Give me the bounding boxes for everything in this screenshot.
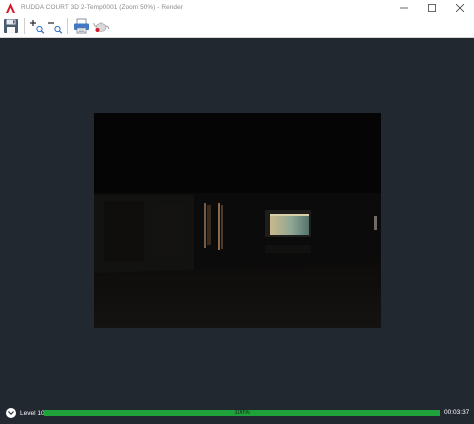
chevron-down-icon [8,411,14,415]
toolbar-separator [24,18,25,34]
render-options-button[interactable] [91,16,111,36]
toolbar-separator [67,18,68,34]
render-image [94,113,381,328]
level-dropdown-button[interactable] [6,408,16,418]
maximize-button[interactable] [418,0,446,15]
zoom-in-icon [30,20,45,34]
save-button[interactable] [1,16,21,36]
close-icon [456,3,464,12]
render-progress-bar: 100% [44,410,440,416]
progress-percent: 100% [234,410,250,416]
status-bar: Level 10 100% 00:03:37 [0,404,474,422]
minimize-button[interactable] [390,0,418,15]
elapsed-time: 00:03:37 [444,409,470,416]
teapot-icon [92,22,109,32]
minimize-icon [400,7,408,8]
save-icon [4,19,18,33]
zoom-in-button[interactable] [28,16,46,36]
rendered-room-scene [94,113,381,328]
printer-icon [73,18,89,34]
window-title: RUDDA COURT 3D 2-Temp0001 (Zoom 50%) - R… [21,4,183,11]
render-toolbar [0,15,474,38]
zoom-out-icon [48,22,63,34]
zoom-out-button[interactable] [46,16,64,36]
title-bar: RUDDA COURT 3D 2-Temp0001 (Zoom 50%) - R… [0,0,474,15]
maximize-icon [428,3,436,12]
close-button[interactable] [446,0,474,15]
render-level-label: Level 10 [20,409,45,417]
window-controls [390,0,474,15]
autocad-app-icon[interactable] [5,2,15,13]
print-button[interactable] [71,16,91,36]
